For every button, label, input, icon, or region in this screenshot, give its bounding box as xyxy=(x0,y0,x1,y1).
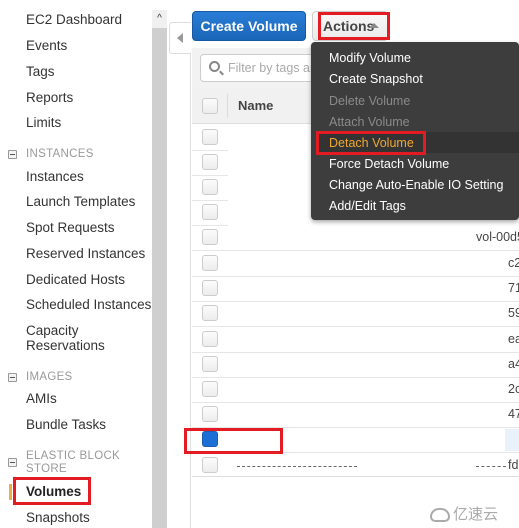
menu-item-modify-volume[interactable]: Modify Volume xyxy=(329,51,411,66)
sidebar-item-scheduled-instances[interactable]: Scheduled Instances xyxy=(26,297,151,312)
column-separator xyxy=(227,94,228,118)
sidebar-item-reports[interactable]: Reports xyxy=(26,90,73,105)
row-divider xyxy=(192,250,519,251)
panel-divider xyxy=(190,54,191,528)
row-divider xyxy=(192,225,228,226)
redacted-id xyxy=(476,466,506,467)
sidebar-item-launch-templates[interactable]: Launch Templates xyxy=(26,194,135,209)
highlight-actions xyxy=(318,12,390,40)
ebs-line-1: ELASTIC BLOCK xyxy=(26,450,121,462)
selected-row-highlight xyxy=(505,429,519,451)
menu-item-attach-volume: Attach Volume xyxy=(329,115,410,129)
row-checkbox[interactable] xyxy=(202,305,218,321)
sidebar-item-events[interactable]: Events xyxy=(26,38,67,53)
row-checkbox[interactable] xyxy=(202,179,218,195)
section-instances-label: INSTANCES xyxy=(26,148,94,160)
collapse-icon[interactable] xyxy=(8,458,17,467)
row-divider xyxy=(192,200,228,201)
active-indicator xyxy=(9,484,12,500)
sidebar-item-limits[interactable]: Limits xyxy=(26,115,61,130)
sidebar-item-capacity-reservations[interactable]: Capacity Reservations xyxy=(26,323,105,353)
scroll-up-icon[interactable]: ^ xyxy=(152,10,167,28)
select-all-checkbox[interactable] xyxy=(202,98,218,114)
row-checkbox[interactable] xyxy=(202,381,218,397)
sidebar-item-dedicated-hosts[interactable]: Dedicated Hosts xyxy=(26,272,125,287)
volume-id-cell: vol-00d5 xyxy=(476,230,519,244)
menu-item-create-snapshot[interactable]: Create Snapshot xyxy=(329,72,423,87)
highlight-volumes xyxy=(13,477,91,505)
row-checkbox[interactable] xyxy=(202,406,218,422)
highlight-selected-row xyxy=(184,428,283,454)
volume-id-cell: 2c xyxy=(508,382,519,396)
row-checkbox[interactable] xyxy=(202,280,218,296)
menu-item-change-auto-enable-io-setting[interactable]: Change Auto-Enable IO Setting xyxy=(329,178,503,193)
row-divider xyxy=(192,276,519,277)
filter-placeholder: Filter by tags an xyxy=(228,61,317,75)
row-divider xyxy=(192,326,519,327)
table-bottom-border xyxy=(192,476,519,477)
sidebar-item-instances[interactable]: Instances xyxy=(26,169,84,184)
volume-id-cell: c2 xyxy=(508,256,519,270)
collapse-icon[interactable] xyxy=(8,150,17,159)
volume-id-cell: fd xyxy=(508,458,519,472)
volume-id-cell: a4 xyxy=(508,357,519,371)
sidebar-item-snapshots[interactable]: Snapshots xyxy=(26,510,90,525)
row-checkbox[interactable] xyxy=(202,356,218,372)
row-checkbox[interactable] xyxy=(202,129,218,145)
ebs-line-2: STORE xyxy=(26,463,67,475)
row-checkbox[interactable] xyxy=(202,331,218,347)
row-checkbox[interactable] xyxy=(202,154,218,170)
row-checkbox[interactable] xyxy=(202,229,218,245)
menu-item-add-edit-tags[interactable]: Add/Edit Tags xyxy=(329,199,406,214)
row-checkbox[interactable] xyxy=(202,457,218,473)
column-header-name[interactable]: Name xyxy=(238,98,273,113)
menu-item-delete-volume: Delete Volume xyxy=(329,94,411,108)
sidebar-item-bundle-tasks[interactable]: Bundle Tasks xyxy=(26,417,106,432)
row-checkbox[interactable] xyxy=(202,204,218,220)
highlight-detach-volume xyxy=(316,131,426,155)
capacity-line-1: Capacity xyxy=(26,323,79,338)
sidebar-item-reserved-instances[interactable]: Reserved Instances xyxy=(26,246,145,261)
sidebar-item-spot-requests[interactable]: Spot Requests xyxy=(26,220,115,235)
triangle-left-icon xyxy=(177,33,183,43)
volume-id-cell: 47 xyxy=(508,407,519,421)
redacted-name xyxy=(237,466,357,467)
cloud-logo-icon xyxy=(430,508,450,523)
volume-id-cell: 71 xyxy=(508,281,519,295)
create-volume-button[interactable]: Create Volume xyxy=(192,11,306,41)
watermark: 亿速云 xyxy=(430,503,498,524)
collapse-icon[interactable] xyxy=(8,373,17,382)
sidebar-item-ec2-dashboard[interactable]: EC2 Dashboard xyxy=(26,12,122,27)
row-divider xyxy=(192,352,519,353)
row-divider xyxy=(192,301,519,302)
sidebar: EC2 Dashboard Events Tags Reports Limits… xyxy=(0,0,152,528)
row-divider xyxy=(192,175,228,176)
collapse-sidebar-button[interactable] xyxy=(169,22,191,54)
row-divider xyxy=(192,402,519,403)
row-checkbox[interactable] xyxy=(202,255,218,271)
watermark-text: 亿速云 xyxy=(453,506,499,523)
section-images-label: IMAGES xyxy=(26,371,73,383)
section-ebs-label: ELASTIC BLOCK STORE xyxy=(26,450,120,476)
row-divider xyxy=(192,150,228,151)
row-divider xyxy=(192,377,519,378)
capacity-line-2: Reservations xyxy=(26,338,105,353)
sidebar-scrollbar[interactable] xyxy=(152,10,167,528)
menu-item-force-detach-volume[interactable]: Force Detach Volume xyxy=(329,157,449,172)
sidebar-item-tags[interactable]: Tags xyxy=(26,64,55,79)
volume-id-cell: 59 xyxy=(508,306,519,320)
volume-id-cell: ea xyxy=(508,332,519,346)
search-icon xyxy=(209,61,220,72)
sidebar-item-amis[interactable]: AMIs xyxy=(26,391,57,406)
